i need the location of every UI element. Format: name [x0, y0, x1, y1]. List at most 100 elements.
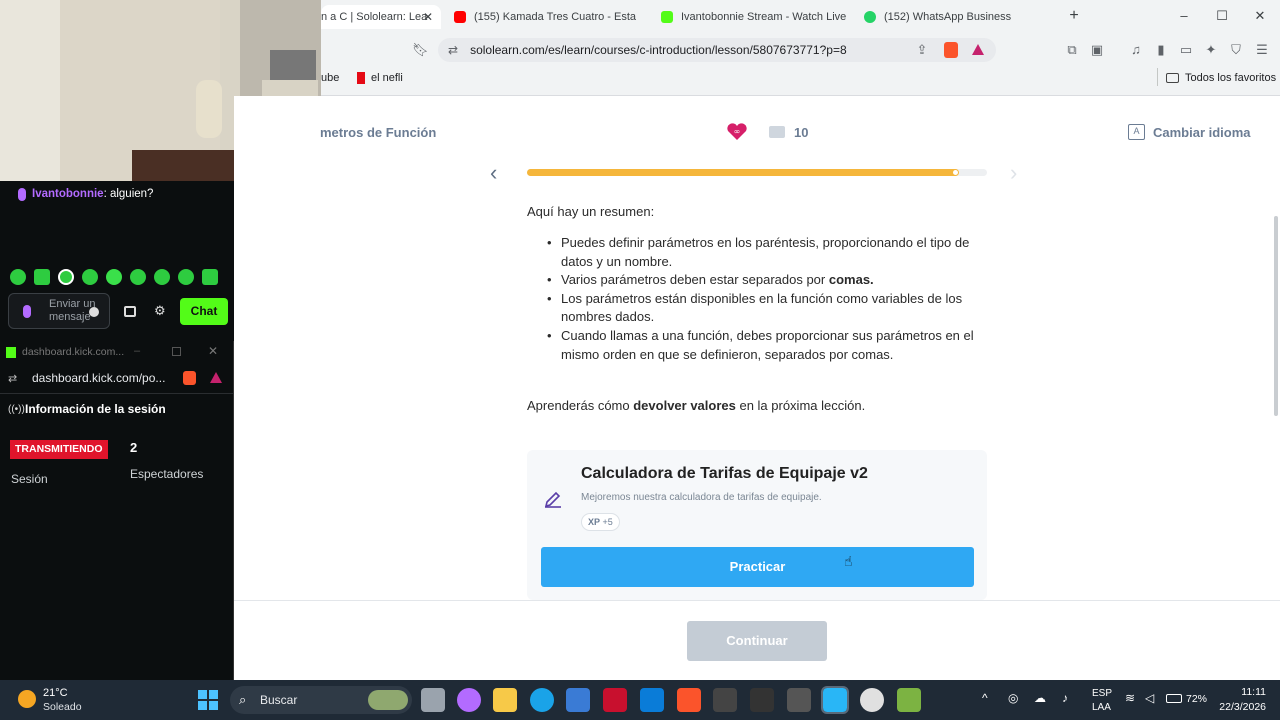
summary-intro: Aquí hay un resumen: — [527, 204, 655, 219]
store-icon[interactable] — [124, 306, 136, 317]
translate-icon[interactable]: A — [1128, 124, 1145, 140]
active-app-icon[interactable] — [821, 686, 849, 714]
lesson-breadcrumb[interactable]: metros de Función — [320, 125, 436, 140]
next-lesson-chevron-icon[interactable]: › — [1010, 160, 1017, 186]
kick-url[interactable]: dashboard.kick.com/po... — [32, 371, 165, 385]
app-icon[interactable] — [897, 688, 921, 712]
network-app-icon[interactable] — [750, 688, 774, 712]
sun-icon — [18, 690, 36, 708]
scrollbar[interactable] — [1274, 216, 1278, 416]
emote-icon[interactable] — [58, 269, 74, 285]
minimize-icon[interactable]: – — [134, 345, 140, 357]
change-language-button[interactable]: Cambiar idioma — [1153, 125, 1251, 140]
prev-lesson-chevron-icon[interactable]: ‹ — [490, 160, 497, 186]
taskbar-search[interactable]: ⌕ Buscar — [230, 686, 412, 714]
settings-gear-icon[interactable]: ⚙ — [154, 303, 166, 319]
weather-temp[interactable]: 21°C — [43, 687, 68, 699]
emote-icon[interactable] — [154, 269, 170, 285]
chat-send-button[interactable]: Chat — [180, 298, 228, 325]
app-icon[interactable] — [713, 688, 737, 712]
extensions-icon[interactable]: ⧉ — [1064, 42, 1080, 58]
emote-icon[interactable] — [130, 269, 146, 285]
sync-icon[interactable]: ◎ — [1008, 691, 1018, 705]
new-tab-button[interactable]: + — [1066, 8, 1082, 24]
chrome-icon[interactable] — [860, 688, 884, 712]
site-settings-icon[interactable]: ⇄ — [448, 43, 458, 57]
weather-desc[interactable]: Soleado — [43, 701, 82, 713]
maximize-icon[interactable]: ☐ — [1214, 8, 1230, 24]
tab-label: Ivantobonnie Stream - Watch Live on — [681, 11, 846, 23]
mcafee-icon[interactable] — [603, 688, 627, 712]
brave-shield-icon[interactable] — [944, 42, 958, 58]
media-icon[interactable]: ♫ — [1128, 42, 1144, 58]
mouse-cursor-icon: ☝ — [844, 553, 853, 569]
emote-icon[interactable] — [106, 269, 122, 285]
xp-badge: XP +5 — [581, 513, 620, 531]
wifi-icon[interactable]: ≋ — [1125, 691, 1135, 705]
emote-icon[interactable] — [34, 269, 50, 285]
bookmark-icon[interactable]: 🔖︎ — [412, 42, 429, 58]
all-favorites-button[interactable]: Todos los favoritos — [1166, 72, 1276, 84]
store-icon[interactable] — [566, 688, 590, 712]
file-explorer-icon[interactable] — [493, 688, 517, 712]
battery-icon[interactable] — [1166, 694, 1182, 703]
sidebar-icon[interactable]: ▮ — [1153, 42, 1169, 58]
wallet-icon[interactable]: ▭ — [1178, 42, 1194, 58]
maximize-icon[interactable] — [172, 347, 181, 356]
viewers-count: 2 — [130, 440, 138, 455]
app-icon[interactable] — [787, 688, 811, 712]
chevron-up-icon[interactable]: ^ — [982, 691, 988, 705]
copilot-icon[interactable] — [457, 688, 481, 712]
minimize-icon[interactable]: – — [1176, 8, 1192, 24]
emote-icon[interactable] — [82, 269, 98, 285]
language-indicator[interactable]: ESP — [1092, 688, 1112, 699]
tab-kick[interactable]: Ivantobonnie Stream - Watch Live on — [661, 5, 846, 29]
comments-icon[interactable] — [769, 126, 785, 138]
heart-infinite-icon: ∞ — [726, 123, 748, 141]
progress-bar — [527, 169, 987, 176]
share-icon[interactable]: ⇪ — [914, 42, 930, 58]
vpn-icon[interactable]: ⛉ — [1228, 42, 1244, 58]
emote-icon[interactable] — [202, 269, 218, 285]
emote-icon[interactable] — [178, 269, 194, 285]
microphone-icon[interactable]: ♪ — [1062, 691, 1068, 705]
clock-date[interactable]: 22/3/2026 — [1210, 701, 1266, 713]
tab-label: n a C | Sololearn: Lea — [321, 11, 428, 23]
next-lesson-text: Aprenderás cómo devolver valores en la p… — [527, 398, 866, 413]
bookmark-netflix[interactable]: el nefli — [357, 72, 403, 84]
emoji-icon[interactable] — [89, 307, 99, 317]
brave-shield-icon[interactable] — [183, 371, 196, 385]
comments-count[interactable]: 10 — [794, 125, 808, 140]
brave-icon[interactable] — [677, 688, 701, 712]
tab-whatsapp[interactable]: (152) WhatsApp Business — [864, 5, 1049, 29]
viewers-label: Espectadores — [130, 467, 204, 481]
continue-button[interactable]: Continuar — [687, 621, 827, 661]
leo-ai-icon[interactable]: ✦ — [1203, 42, 1219, 58]
menu-icon[interactable]: ☰ — [1254, 42, 1270, 58]
search-icon: ⌕ — [239, 692, 247, 707]
screenshot-icon[interactable]: ▣ — [1089, 42, 1105, 58]
clock-time[interactable]: 11:11 — [1234, 686, 1266, 698]
kick-icon — [661, 11, 673, 23]
emote-icon[interactable] — [10, 269, 26, 285]
address-bar[interactable]: ⇄ sololearn.com/es/learn/courses/c-introd… — [438, 38, 996, 62]
site-settings-icon[interactable]: ⇄ — [8, 372, 17, 385]
chat-input[interactable]: Enviar un mensaje — [8, 293, 110, 329]
tab-youtube[interactable]: (155) Kamada Tres Cuatro - Esta m — [454, 5, 639, 29]
bookmark-youtube[interactable]: ube — [321, 72, 339, 84]
bookmark-label: ube — [321, 72, 340, 84]
brave-rewards-icon[interactable] — [972, 44, 984, 55]
close-window-icon[interactable]: ✕ — [1252, 8, 1268, 24]
battery-percent[interactable]: 72% — [1186, 693, 1207, 705]
close-icon[interactable]: ✕ — [208, 344, 218, 358]
vscode-icon[interactable] — [640, 688, 664, 712]
brave-rewards-icon[interactable] — [210, 372, 222, 383]
windows-start-icon[interactable] — [198, 690, 218, 710]
keyboard-layout[interactable]: LAA — [1092, 702, 1111, 713]
practice-button[interactable]: Practicar — [541, 547, 974, 587]
edge-icon[interactable] — [530, 688, 554, 712]
cloud-icon[interactable]: ☁ — [1034, 691, 1046, 705]
volume-icon[interactable]: ◁ — [1145, 691, 1154, 705]
task-view-icon[interactable] — [421, 688, 445, 712]
close-tab-icon[interactable]: ✕ — [423, 10, 433, 24]
